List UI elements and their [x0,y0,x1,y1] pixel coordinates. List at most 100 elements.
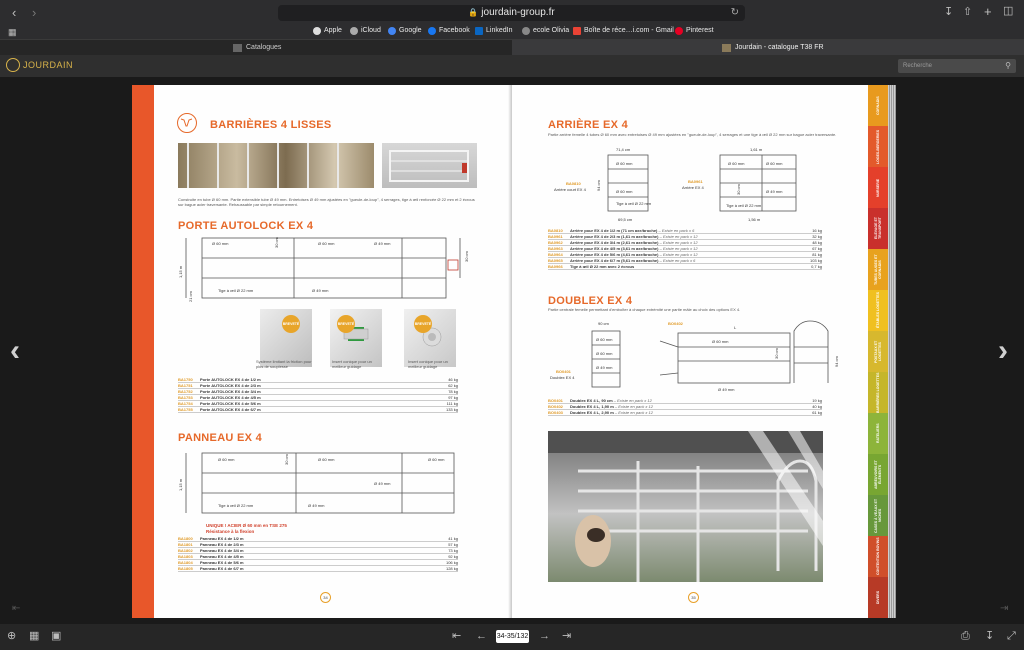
print-icon[interactable]: ⎙ [961,630,970,643]
chapter-tab[interactable]: DIVERS [868,577,888,618]
first-page-icon[interactable]: ⇤ [12,602,20,615]
chapter-tab[interactable]: TUBES AUGES ET CORNADIS [868,249,888,290]
previous-page-button-icon[interactable]: ← [476,630,487,643]
product-description: Panneau EX 4 de 2/3 m [200,542,430,547]
product-note: Existe en pack x 6 [662,258,696,263]
product-code: BA0962 [548,240,563,245]
product-description: Arrière pour EX 4 de 1/2 m (71 cm axe/br… [570,228,794,233]
product-weight: 0,7 kg [811,264,822,269]
panneau-title: PANNEAU EX 4 [178,432,263,444]
search-input[interactable]: Recherche ⚲ [898,59,1016,73]
dim-label: 71,4 cm [616,147,631,152]
chapter-tab[interactable]: LOGES-BERGERIES [868,126,888,167]
product-note: Existe en pack x 12 [618,404,653,409]
bookmark-label: iCloud [361,27,381,34]
barn-photo [548,431,823,582]
brand-logo[interactable]: JOURDAIN [6,58,73,72]
download-icon[interactable]: ↧ [944,6,953,19]
product-name: Panneau EX 4 de 5/6 m [200,560,244,565]
previous-page-arrow-icon[interactable]: ‹ [10,336,20,366]
zoom-icon[interactable]: ⊕ [7,630,16,643]
bookmark-label: ecole Olivia [533,27,570,34]
product-description: Panneau EX 4 de 4/5 m [200,554,430,559]
product-code: BA1805 [178,566,193,571]
facebook-icon [428,27,436,35]
porte-autolock-drawing: Ø 60 mm 30 cm Ø 60 mm Ø 49 mm 30 cm 1,15… [178,234,478,306]
thumbnails-icon[interactable]: ▦ [29,630,39,643]
product-weight: 111 kg [446,401,458,406]
chapter-tab[interactable]: NURSERIE [868,167,888,208]
table-row: BA0966 Tige à œil Ø 22 mm avec 2 écrous 0,… [548,264,822,270]
chapter-tab[interactable]: POSTAUX ET LOGETTES [868,331,888,372]
bookmark-apple[interactable]: Apple [313,25,342,37]
dim-label: Tige à œil Ø 22 mm [616,201,652,206]
reload-icon[interactable]: ↻ [731,5,739,21]
chapter-tab[interactable]: RATELIERS [868,413,888,454]
share-icon[interactable]: ⇧ [963,6,972,19]
bookmark-google[interactable]: Google [388,25,422,37]
tab-catalogues[interactable]: Catalogues [0,40,512,55]
first-page-button-icon[interactable]: ⇤ [452,630,461,643]
chapter-tab[interactable]: ELEVAGE ET TRANSPORT [868,208,888,249]
panneau-note: UNIQUE ! ACIER Ø 60 mm en TSE 275 Résist… [206,523,287,535]
product-name: Arrière pour EX 4 de 4/5 m (3,61 m axe/b… [570,246,659,251]
dim-label: 94 cm [834,355,839,367]
detail-caption: Insert conique pour un meilleur guidage [332,359,372,369]
forward-icon[interactable]: › [32,6,36,19]
chapter-tab[interactable]: CASES À VEAUX ET NICHES [868,495,888,536]
search-icon[interactable]: ⚲ [1005,59,1011,73]
bookmark-gmail[interactable]: Boîte de réce…i.com - Gmail [573,25,674,37]
chapter-tab[interactable]: ÉTABLES LOGETTES [868,290,888,331]
dim-label: 30 cm [736,183,741,195]
product-code: BA0966 [548,264,563,269]
dim-label: Ø 49 mm [374,241,391,246]
tab-label: Catalogues [246,44,282,51]
dim-label: BO0401 [556,369,572,374]
new-tab-icon[interactable]: + [984,5,992,18]
bookmark-ecole-olivia[interactable]: ecole Olivia [522,25,569,37]
product-code: BA1801 [178,542,193,547]
bookmark-label: Boîte de réce…i.com - Gmail [584,27,674,34]
chapter-tab[interactable]: ABREUVOIRS ET ÉLÉMENTS [868,454,888,495]
bookmark-icloud[interactable]: iCloud [350,25,381,37]
address-bar[interactable]: 🔒 jourdain-group.fr ↻ [278,5,745,21]
tabs-overview-icon[interactable]: ◫ [1003,5,1013,18]
dim-label: Arrière court EX 4 [554,187,587,192]
chapter-tab[interactable]: CONTENTION BOVINS [868,536,888,577]
product-name: Arrière pour EX 4 de 2/3 m (1,61 m axe/b… [570,234,659,239]
product-description: Doublex EX 4 L, 1,90 m – Existe en pack … [570,404,794,409]
back-icon[interactable]: ‹ [12,6,16,19]
product-weight: 81 kg [812,252,822,257]
product-description: Porte AUTOLOCK EX 4 de 6/7 m [200,407,430,412]
bookmark-facebook[interactable]: Facebook [428,25,470,37]
chapter-tab[interactable]: CORNADIS [868,85,888,126]
product-weight: 62 kg [448,383,458,388]
download-icon[interactable]: ↧ [985,630,994,643]
outline-icon[interactable]: ▣ [51,630,61,643]
product-weight: 46 kg [448,377,458,382]
product-note: Existe en pack x 6 [661,228,695,233]
bookmark-linkedin[interactable]: LinkedIn [475,25,512,37]
tab-favicon [722,43,731,52]
fullscreen-icon[interactable]: ⤢ [1007,630,1016,643]
grid-icon[interactable]: ▦ [8,26,17,39]
next-page-arrow-icon[interactable]: › [998,336,1008,366]
product-name: Arrière pour EX 4 de 6/7 m (5,61 m axe/b… [570,258,659,263]
dim-label: 1,56 m [748,217,761,222]
page-indicator[interactable]: 34-35/132 [496,630,529,643]
product-weight: 73 kg [448,548,458,553]
dim-label: Ø 49 mm [312,288,329,293]
last-page-button-icon[interactable]: ⇥ [562,630,571,643]
product-weight: 97 kg [448,395,458,400]
detail-caption: Système limitant la friction pour plus d… [256,359,312,369]
doublex-intro: Partie centrale femelle permettant d'emb… [548,307,741,312]
product-code: BA0965 [548,258,563,263]
last-page-icon[interactable]: ⇥ [1000,602,1008,615]
browser-toolbar: ‹ › 🔒 jourdain-group.fr ↻ ↧ ⇧ + ◫ [0,0,1024,24]
bookmark-pinterest[interactable]: Pinterest [675,25,714,37]
dim-label: BO0402 [668,321,684,326]
dim-label: 1,61 m [750,147,763,152]
chapter-tab[interactable]: BARRIÈRES LOGETTES [868,372,888,413]
next-page-button-icon[interactable]: → [539,630,550,643]
tab-jourdain-catalogue[interactable]: Jourdain - catalogue T38 FR [512,40,1024,55]
